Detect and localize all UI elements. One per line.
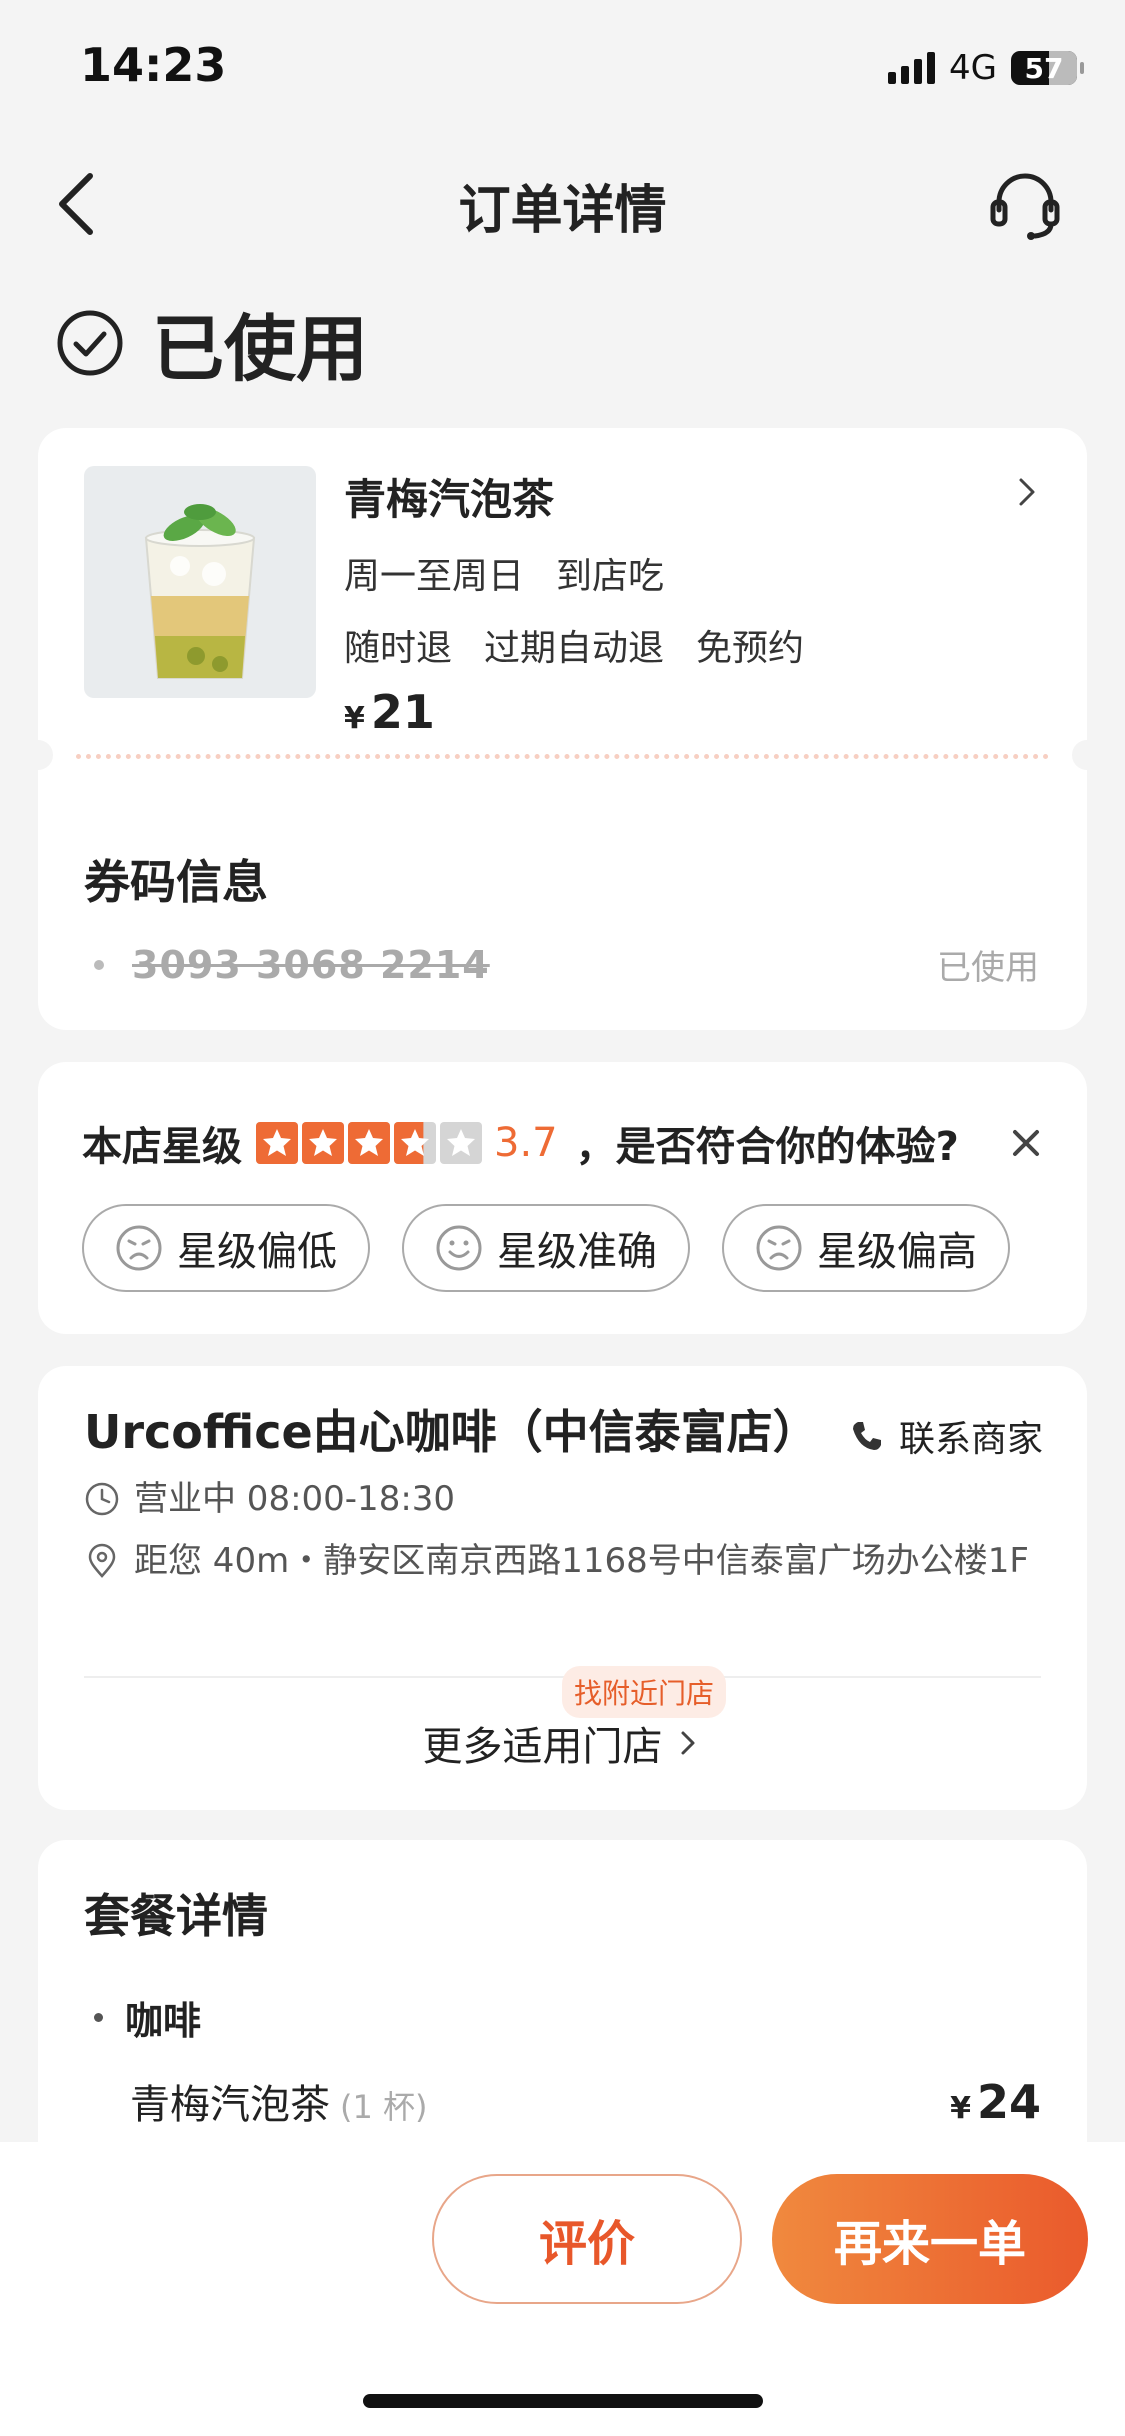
store-address-text: 距您 40m・静安区南京西路1168号中信泰富广场办公楼1F bbox=[134, 1541, 1029, 1581]
order-status-text: 已使用 bbox=[152, 307, 369, 391]
star-icon bbox=[256, 1122, 298, 1164]
rating-card: 本店星级 3.7 ，是否符合你的体验? 星级偏低 星级准确 星级偏高 bbox=[38, 1062, 1087, 1334]
card-notch-right bbox=[1072, 740, 1102, 770]
rating-option-label: 星级偏高 bbox=[817, 1229, 977, 1275]
chevron-right-icon bbox=[681, 1731, 694, 1755]
frown-face-icon bbox=[756, 1225, 802, 1271]
frown-face-icon bbox=[116, 1225, 162, 1271]
store-hours-text: 营业中 08:00-18:30 bbox=[134, 1479, 456, 1519]
star-icon bbox=[440, 1122, 482, 1164]
product-price: ¥ 21 bbox=[344, 685, 1047, 739]
home-indicator bbox=[363, 2394, 763, 2408]
chevron-right-icon[interactable] bbox=[1007, 472, 1047, 512]
card-notch-left bbox=[23, 740, 53, 770]
product-info[interactable]: 青梅汽泡茶 周一至周日 到店吃 随时退 过期自动退 免预约 ¥ 21 bbox=[344, 466, 1047, 739]
dotted-divider bbox=[76, 754, 1049, 759]
contact-label: 联系商家 bbox=[898, 1419, 1043, 1460]
package-item-price: ¥ 24 bbox=[950, 2075, 1041, 2129]
store-hours: 营业中 08:00-18:30 bbox=[84, 1474, 1047, 1524]
rating-label: 本店星级 bbox=[82, 1124, 242, 1170]
customer-service-button[interactable] bbox=[985, 164, 1065, 244]
more-stores-link[interactable]: 更多适用门店 bbox=[38, 1714, 1087, 1772]
headset-icon bbox=[990, 173, 1060, 240]
review-button[interactable]: 评价 bbox=[432, 2174, 742, 2304]
more-stores-label: 更多适用门店 bbox=[422, 1724, 663, 1770]
package-category: 咖啡 bbox=[94, 1990, 201, 2045]
availability-days: 周一至周日 bbox=[344, 556, 525, 597]
smile-face-icon bbox=[436, 1225, 482, 1271]
rating-options: 星级偏低 星级准确 星级偏高 bbox=[82, 1204, 1010, 1292]
location-pin-icon bbox=[88, 1543, 116, 1578]
order-status: 已使用 bbox=[56, 290, 368, 395]
coupon-row: 3093 3068 2214 已使用 bbox=[94, 940, 1039, 989]
signal-icon bbox=[888, 52, 936, 84]
availability-dine-in: 到店吃 bbox=[556, 556, 665, 597]
package-category-label: 咖啡 bbox=[125, 1999, 202, 2043]
status-time: 14:23 bbox=[80, 38, 227, 92]
bullet bbox=[94, 2013, 103, 2022]
star-rating bbox=[256, 1122, 482, 1164]
price-symbol: ¥ bbox=[344, 701, 365, 736]
rating-option-high[interactable]: 星级偏高 bbox=[722, 1204, 1010, 1292]
coupon-status: 已使用 bbox=[937, 948, 1039, 988]
phone-icon bbox=[852, 1422, 881, 1450]
rating-option-accurate[interactable]: 星级准确 bbox=[402, 1204, 690, 1292]
policy-no-reservation: 免预约 bbox=[696, 628, 805, 669]
store-name[interactable]: Urcoffice由心咖啡（中信泰富店） bbox=[84, 1396, 819, 1462]
rating-row: 本店星级 3.7 ，是否符合你的体验? bbox=[82, 1114, 1047, 1172]
battery-icon: 57 bbox=[1011, 51, 1084, 85]
price-value: 21 bbox=[370, 685, 435, 739]
package-item-name: 青梅汽泡茶 bbox=[130, 2082, 330, 2128]
star-icon bbox=[348, 1122, 390, 1164]
network-type: 4G bbox=[949, 48, 997, 88]
package-title: 套餐详情 bbox=[84, 1889, 268, 1943]
rating-score: 3.7 bbox=[494, 1120, 558, 1166]
coupon-code: 3093 3068 2214 bbox=[132, 942, 490, 987]
status-indicators: 4G 57 bbox=[888, 48, 1084, 88]
reorder-button[interactable]: 再来一单 bbox=[772, 2174, 1088, 2304]
star-icon bbox=[302, 1122, 344, 1164]
rating-option-label: 星级准确 bbox=[497, 1229, 657, 1275]
price-symbol: ¥ bbox=[950, 2091, 971, 2126]
product-policies: 随时退 过期自动退 免预约 bbox=[344, 619, 1047, 671]
product-name: 青梅汽泡茶 bbox=[344, 475, 555, 524]
check-circle-icon bbox=[57, 310, 123, 375]
product-image[interactable] bbox=[84, 466, 316, 698]
nav-bar: 订单详情 bbox=[0, 150, 1125, 250]
contact-merchant-button[interactable]: 联系商家 bbox=[849, 1410, 1043, 1462]
clock-icon bbox=[85, 1482, 119, 1516]
package-item-qty: (1 杯) bbox=[340, 2088, 428, 2126]
rating-option-label: 星级偏低 bbox=[177, 1229, 337, 1275]
nearby-store-tag: 找附近门店 bbox=[562, 1666, 727, 1718]
rating-question: ，是否符合你的体验? bbox=[575, 1124, 959, 1170]
status-bar: 14:23 4G 57 bbox=[0, 0, 1125, 140]
bottom-action-bar: 评价 再来一单 bbox=[0, 2142, 1125, 2436]
store-card: Urcoffice由心咖啡（中信泰富店） 联系商家 营业中 08:00-18:3… bbox=[38, 1366, 1087, 1810]
package-item: 青梅汽泡茶 (1 杯) ¥ 24 bbox=[130, 2072, 1041, 2130]
battery-level: 57 bbox=[1024, 51, 1064, 85]
policy-auto-refund: 过期自动退 bbox=[484, 628, 665, 669]
drink-image bbox=[84, 466, 316, 698]
page-title: 订单详情 bbox=[458, 181, 667, 241]
product-availability: 周一至周日 到店吃 bbox=[344, 547, 1047, 599]
bullet bbox=[94, 959, 104, 970]
rating-option-low[interactable]: 星级偏低 bbox=[82, 1204, 370, 1292]
coupon-title: 券码信息 bbox=[84, 855, 268, 909]
price-value: 24 bbox=[976, 2075, 1041, 2129]
store-address[interactable]: 距您 40m・静安区南京西路1168号中信泰富广场办公楼1F bbox=[84, 1536, 1047, 1586]
product-card: 青梅汽泡茶 周一至周日 到店吃 随时退 过期自动退 免预约 ¥ 21 券码信息 … bbox=[23, 428, 1102, 1030]
star-icon bbox=[394, 1122, 436, 1164]
close-icon[interactable] bbox=[1005, 1122, 1047, 1164]
policy-refund-anytime: 随时退 bbox=[344, 628, 453, 669]
